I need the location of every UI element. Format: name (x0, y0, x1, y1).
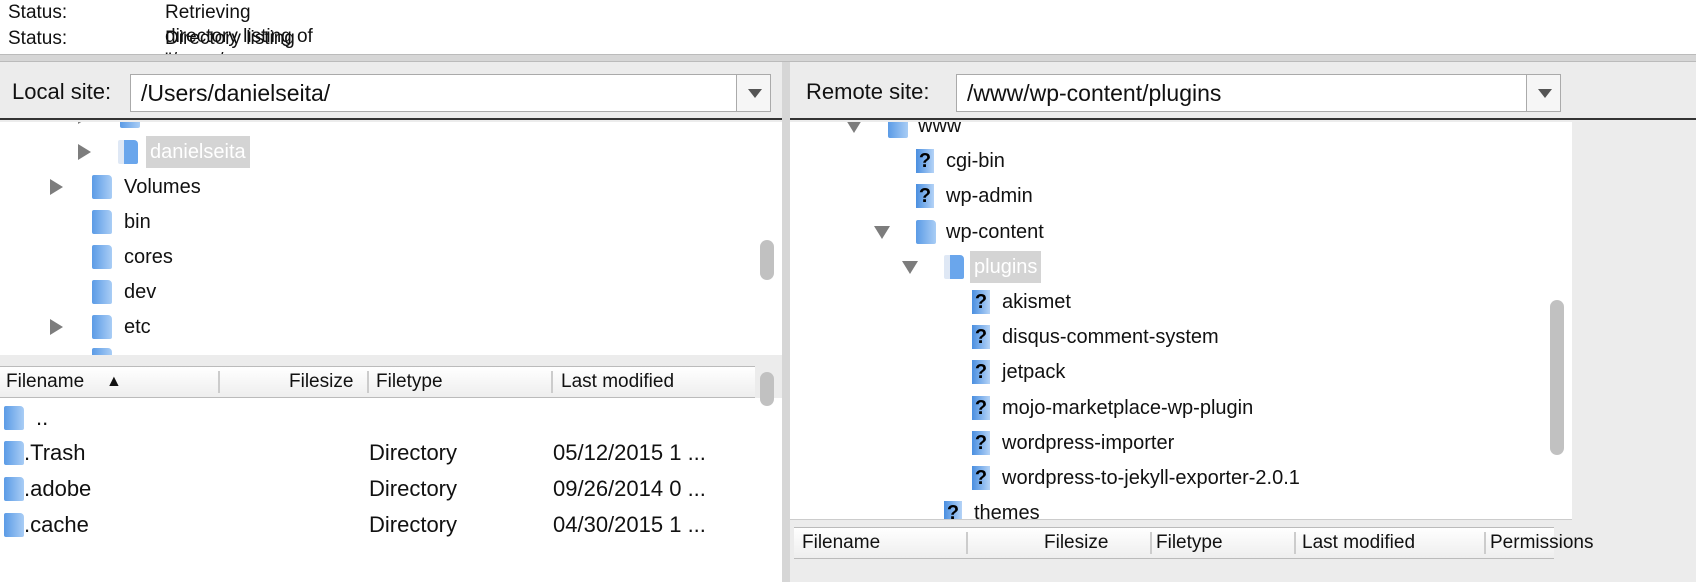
folder-icon (92, 315, 112, 339)
tree-item[interactable]: wp-content (790, 216, 1490, 248)
folder-open-icon (118, 140, 138, 164)
file-row[interactable]: .cache Directory 04/30/2015 1 ... (0, 507, 782, 543)
column-filename[interactable]: Filename (802, 528, 880, 558)
scrollbar-thumb[interactable] (760, 372, 774, 406)
file-row[interactable]: .. (0, 400, 782, 436)
local-tree: Shared danielseita Volumes bin cores dev… (0, 122, 782, 355)
dropdown-button[interactable] (736, 75, 770, 111)
scrollbar-thumb[interactable] (760, 240, 774, 280)
collapse-arrow-icon[interactable] (874, 225, 890, 239)
remote-tree: www ? cgi-bin? wp-admin wp-content plugins? ak… (790, 122, 1572, 520)
folder-icon (4, 513, 24, 537)
local-file-list: .. .Trash Directory 05/12/2015 1 ... .adob… (0, 398, 782, 582)
folder-icon (92, 280, 112, 304)
folder-icon (92, 210, 112, 234)
tree-item[interactable]: dev (0, 276, 400, 308)
local-site-bar: Local site: /Users/danielseita/ (0, 62, 782, 120)
tree-item[interactable]: plugins (790, 250, 1490, 283)
tree-item[interactable]: ? disqus-comment-system (790, 321, 1490, 353)
unknown-folder-icon: ? (972, 360, 990, 385)
tree-item[interactable]: ? wordpress-importer (790, 427, 1490, 459)
file-row[interactable]: .adobe Directory 09/26/2014 0 ... (0, 471, 782, 507)
tree-item[interactable]: ? jetpack (790, 356, 1490, 388)
column-filetype[interactable]: Filetype (376, 367, 443, 397)
tree-item[interactable]: bin (0, 206, 400, 238)
column-filetype[interactable]: Filetype (1156, 528, 1223, 558)
remote-file-list-header: Filename Filesize Filetype Last modified… (794, 527, 1593, 559)
dropdown-button[interactable] (1526, 75, 1560, 111)
expand-arrow-icon[interactable] (50, 179, 63, 195)
tree-item[interactable]: etc (0, 311, 400, 343)
scrollbar-thumb[interactable] (1550, 300, 1564, 455)
column-filename[interactable]: Filename (6, 367, 84, 397)
column-filesize[interactable]: Filesize (1044, 528, 1108, 558)
local-site-combo[interactable]: /Users/danielseita/ (130, 74, 771, 112)
unknown-folder-icon: ? (972, 466, 990, 490)
expand-arrow-icon[interactable] (78, 122, 91, 124)
tree-item[interactable]: cores (0, 241, 400, 273)
remote-site-bar: Remote site: /www/wp-content/plugins (790, 62, 1696, 120)
unknown-folder-icon: ? (916, 184, 934, 209)
tree-item[interactable]: Volumes (0, 171, 400, 203)
folder-icon (92, 348, 112, 355)
folder-icon (92, 175, 112, 199)
tree-item[interactable]: ? themes (790, 497, 1490, 519)
expand-arrow-icon[interactable] (50, 319, 63, 335)
folder-icon (92, 245, 112, 269)
unknown-folder-icon: ? (972, 395, 990, 420)
tree-item[interactable]: ? wordpress-to-jekyll-exporter-2.0.1 (790, 462, 1490, 494)
file-row[interactable]: .Trash Directory 05/12/2015 1 ... (0, 435, 782, 471)
remote-path-value: /www/wp-content/plugins (967, 80, 1222, 106)
unknown-folder-icon: ? (972, 325, 990, 350)
local-path-value: /Users/danielseita/ (141, 80, 331, 106)
sort-ascending-icon: ▲ (106, 373, 122, 390)
tree-item[interactable]: Shared (0, 122, 400, 132)
folder-icon (888, 122, 908, 138)
folder-icon (4, 406, 24, 430)
remote-site-label: Remote site: (806, 79, 930, 104)
folder-icon (944, 254, 964, 279)
column-last-modified[interactable]: Last modified (1302, 528, 1415, 558)
vertical-splitter[interactable] (782, 62, 790, 582)
remote-pane: Remote site: /www/wp-content/plugins www… (790, 62, 1696, 582)
tree-item[interactable]: ? akismet (790, 286, 1490, 318)
unknown-folder-icon: ? (972, 290, 990, 314)
unknown-folder-icon: ? (944, 501, 962, 519)
collapse-arrow-icon[interactable] (902, 260, 918, 274)
folder-icon (4, 477, 24, 501)
tree-item[interactable]: ? cgi-bin (790, 145, 1490, 177)
column-permissions[interactable]: Permissions (1490, 528, 1593, 558)
local-pane: Local site: /Users/danielseita/ Shared d… (0, 62, 782, 582)
column-filesize[interactable]: Filesize (289, 367, 353, 397)
folder-icon (120, 122, 140, 128)
folder-icon (4, 441, 24, 465)
splitter[interactable] (0, 54, 1696, 62)
collapse-arrow-icon[interactable] (846, 122, 862, 133)
local-file-list-header: Filename ▲ Filesize Filetype Last modifi… (0, 366, 755, 398)
local-site-label: Local site: (12, 79, 112, 104)
remote-site-combo[interactable]: /www/wp-content/plugins (956, 74, 1561, 112)
tree-item[interactable]: ? mojo-marketplace-wp-plugin (790, 392, 1490, 424)
expand-arrow-icon[interactable] (78, 144, 91, 160)
folder-icon (916, 219, 936, 244)
tree-item[interactable]: www (790, 122, 1490, 142)
tree-item[interactable]: ? wp-admin (790, 180, 1490, 212)
tree-item[interactable]: danielseita (0, 136, 400, 168)
status-log: Status:Retrieving directory listing of "… (0, 0, 1696, 54)
unknown-folder-icon: ? (972, 430, 990, 455)
column-last-modified[interactable]: Last modified (561, 367, 674, 397)
unknown-folder-icon: ? (916, 149, 934, 174)
